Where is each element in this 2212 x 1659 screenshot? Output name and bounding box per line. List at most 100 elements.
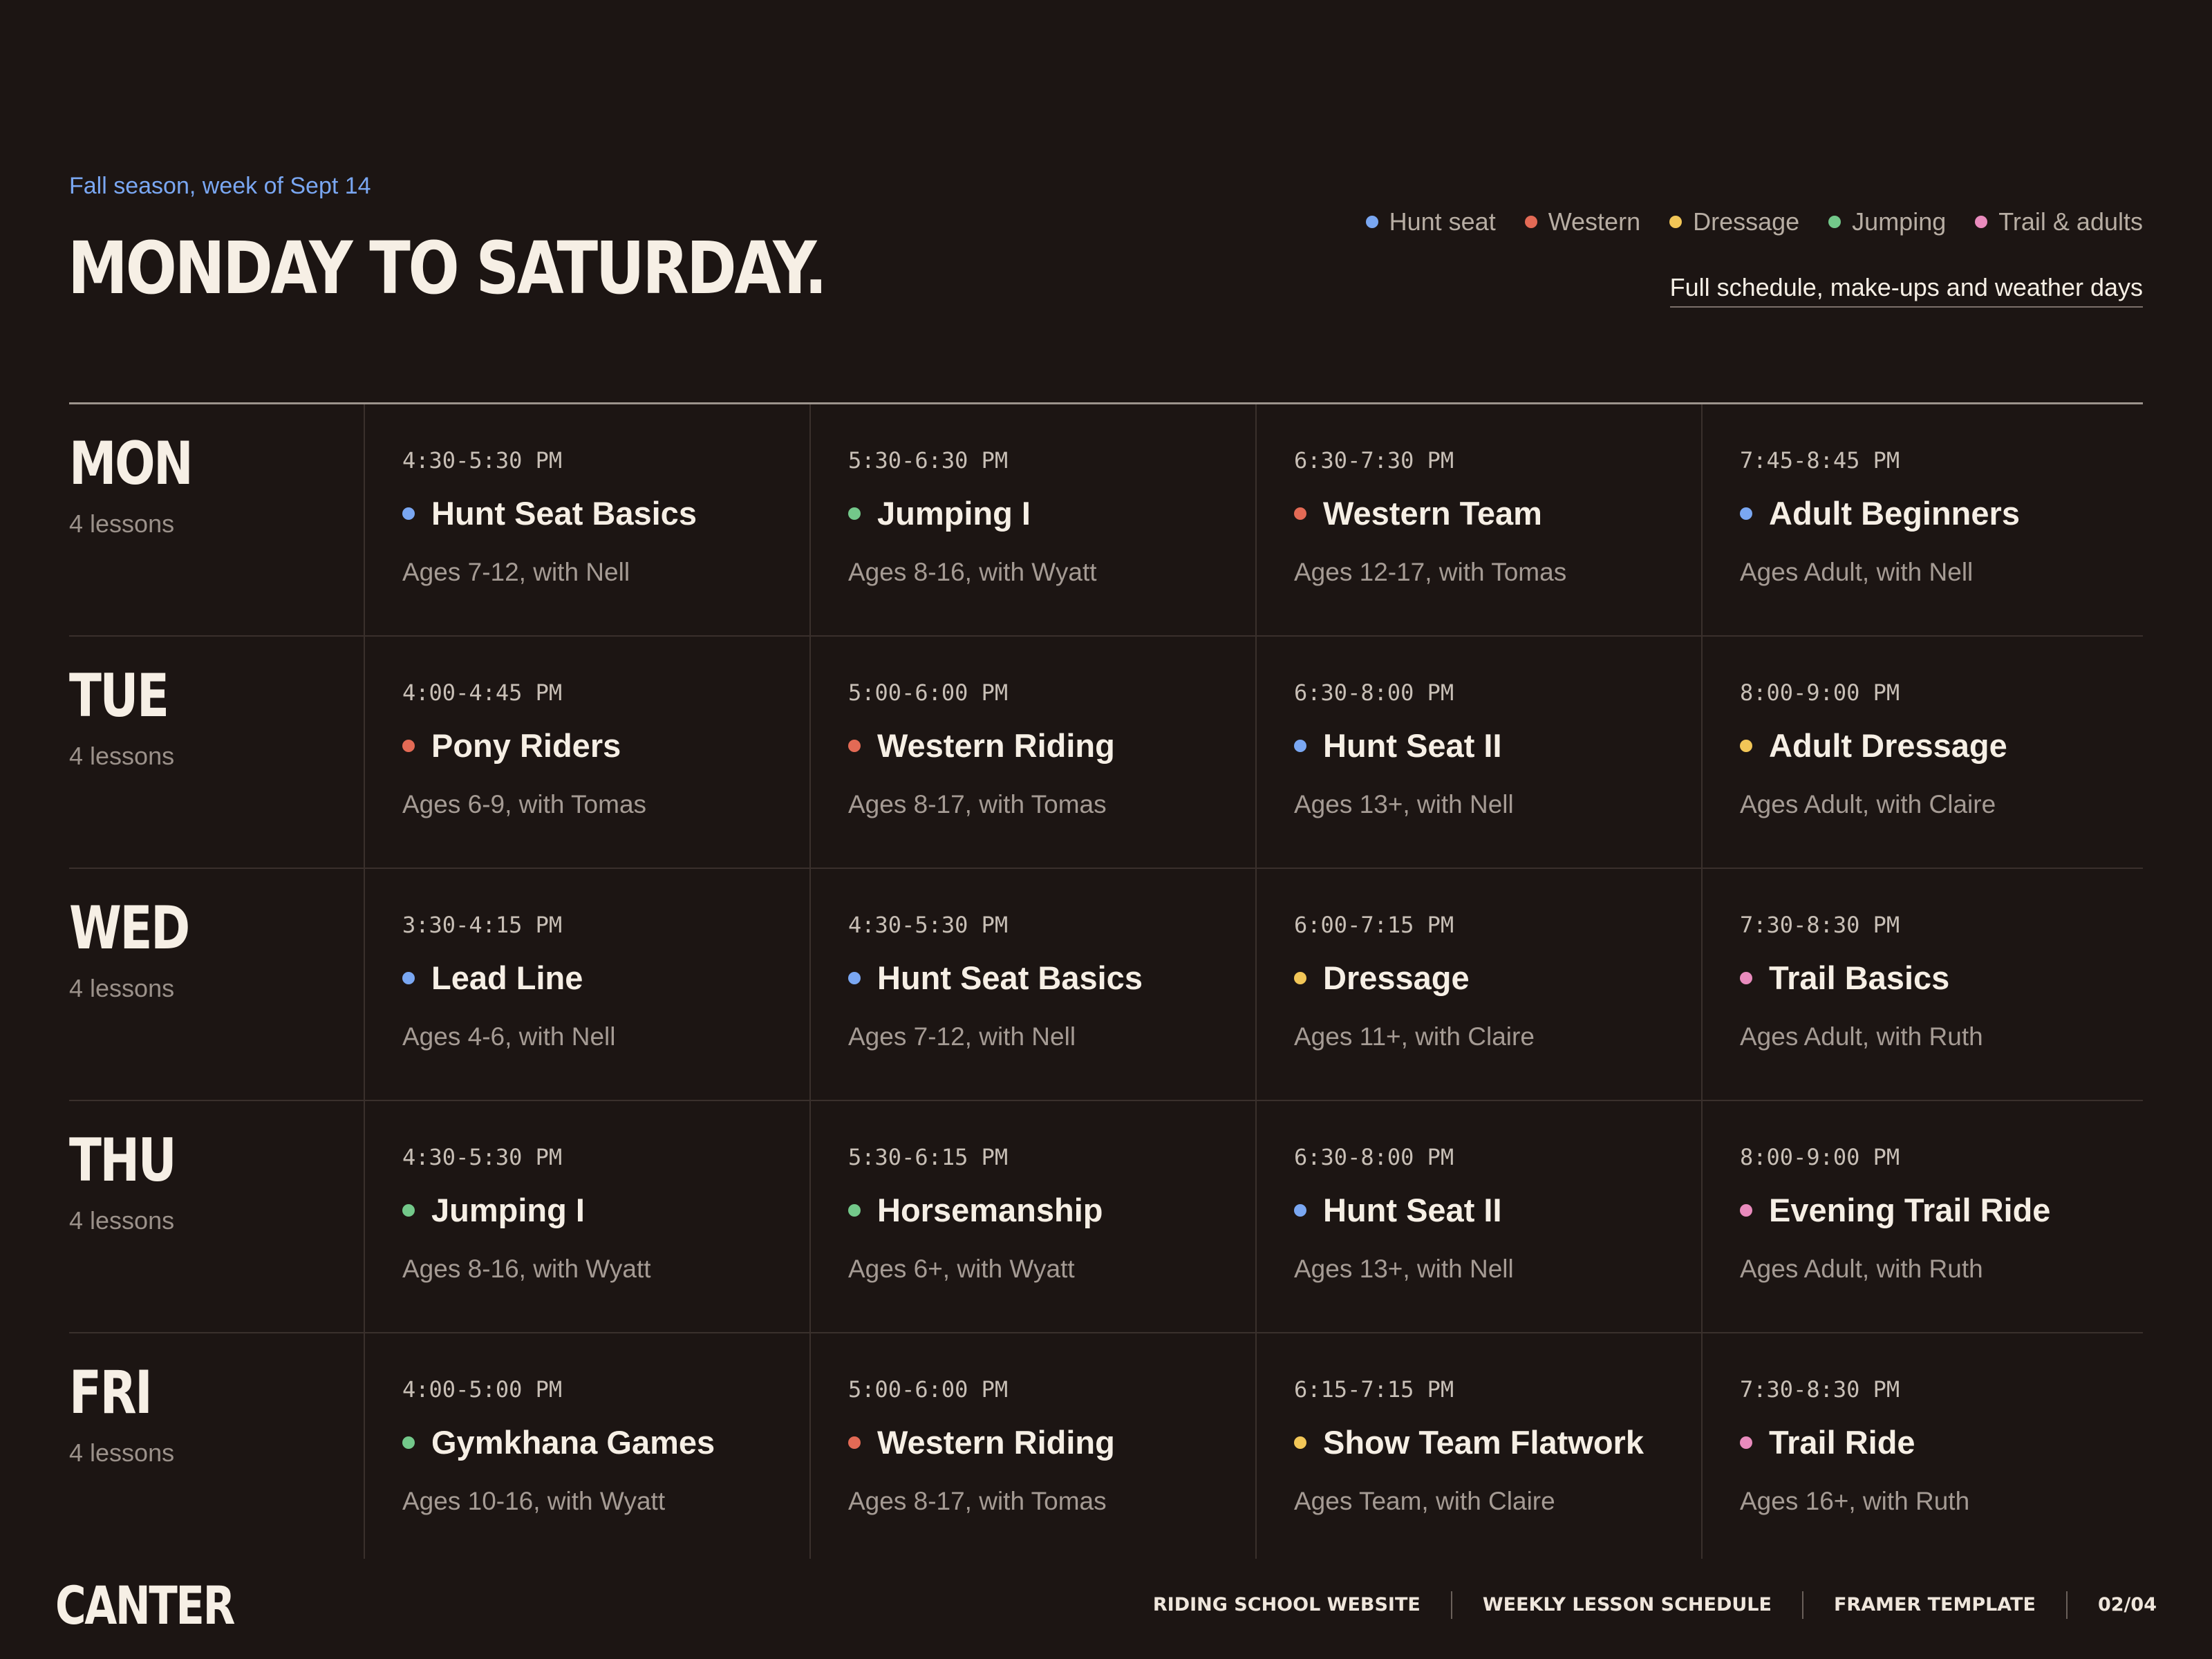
season-eyebrow: Fall season, week of Sept 14 <box>69 173 371 199</box>
lesson-time: 5:30-6:15 PM <box>848 1144 1009 1170</box>
footer-item-riding-school: RIDING SCHOOL WEBSITE <box>1152 1594 1421 1615</box>
page-number: 02/04 <box>2065 1591 2157 1619</box>
lesson-meta: Ages 6+, with Wyatt <box>848 1255 1075 1283</box>
lesson-name: Evening Trail Ride <box>1769 1192 2051 1228</box>
brand-logo[interactable]: CANTER <box>55 1575 235 1637</box>
lesson-name: Jumping I <box>431 1192 585 1228</box>
trail-adults-dot-icon <box>1975 216 1988 228</box>
lesson-name: Hunt Seat II <box>1323 1192 1502 1228</box>
lesson-time: 4:00-4:45 PM <box>402 679 563 706</box>
lesson-card[interactable]: 6:30-8:00 PM Hunt Seat II Ages 13+, with… <box>1257 1101 1703 1332</box>
lesson-name: Adult Dressage <box>1769 727 2007 764</box>
lesson-card[interactable]: 7:45-8:45 PM Adult Beginners Ages Adult,… <box>1703 404 2145 635</box>
lesson-time: 7:30-8:30 PM <box>1740 912 1900 938</box>
category-dot-icon <box>402 507 415 520</box>
lesson-card[interactable]: 4:30-5:30 PM Hunt Seat Basics Ages 7-12,… <box>811 869 1257 1100</box>
lesson-name: Lead Line <box>431 959 583 996</box>
lesson-card[interactable]: 6:30-8:00 PM Hunt Seat II Ages 13+, with… <box>1257 637 1703 868</box>
category-dot-icon <box>848 1436 861 1449</box>
lesson-card[interactable]: 7:30-8:30 PM Trail Basics Ages Adult, wi… <box>1703 869 2145 1100</box>
day-cell: THU 4 lessons <box>69 1101 365 1332</box>
lesson-card[interactable]: 4:00-5:00 PM Gymkhana Games Ages 10-16, … <box>365 1333 811 1559</box>
day-name: TUE <box>69 662 169 731</box>
lesson-meta: Ages Adult, with Nell <box>1740 558 1974 586</box>
lesson-count: 4 lessons <box>69 509 175 538</box>
lesson-name: Show Team Flatwork <box>1323 1424 1644 1461</box>
legend-item-jumping: Jumping <box>1828 207 1946 236</box>
lesson-count: 4 lessons <box>69 742 175 770</box>
legend-label: Jumping <box>1852 207 1947 236</box>
lesson-meta: Ages Team, with Claire <box>1294 1487 1555 1515</box>
day-name: FRI <box>69 1358 153 1427</box>
lesson-card[interactable]: 7:30-8:30 PM Trail Ride Ages 16+, with R… <box>1703 1333 2145 1559</box>
lesson-name: Trail Basics <box>1769 959 1950 996</box>
lesson-time: 6:30-8:00 PM <box>1294 1144 1454 1170</box>
lesson-name: Western Riding <box>877 727 1115 764</box>
day-row-thu: THU 4 lessons 4:30-5:30 PM Jumping I Age… <box>69 1101 2143 1333</box>
jumping-dot-icon <box>1828 216 1841 228</box>
legend-label: Western <box>1548 207 1641 236</box>
lesson-count: 4 lessons <box>69 1206 175 1235</box>
lesson-card[interactable]: 4:30-5:30 PM Hunt Seat Basics Ages 7-12,… <box>365 404 811 635</box>
legend-item-hunt-seat: Hunt seat <box>1365 207 1496 236</box>
legend: Hunt seat Western Dressage Jumping Trail… <box>1365 207 2143 236</box>
lesson-meta: Ages 10-16, with Wyatt <box>402 1487 666 1515</box>
lesson-card[interactable]: 6:30-7:30 PM Western Team Ages 12-17, wi… <box>1257 404 1703 635</box>
lesson-name: Western Team <box>1323 495 1542 532</box>
lesson-meta: Ages 8-16, with Wyatt <box>848 558 1097 586</box>
lesson-time: 4:30-5:30 PM <box>402 1144 563 1170</box>
lesson-name: Dressage <box>1323 959 1470 996</box>
day-row-wed: WED 4 lessons 3:30-4:15 PM Lead Line Age… <box>69 869 2143 1101</box>
lesson-card[interactable]: 3:30-4:15 PM Lead Line Ages 4-6, with Ne… <box>365 869 811 1100</box>
lesson-time: 3:30-4:15 PM <box>402 912 563 938</box>
day-row-fri: FRI 4 lessons 4:00-5:00 PM Gymkhana Game… <box>69 1333 2143 1559</box>
lesson-card[interactable]: 4:00-4:45 PM Pony Riders Ages 6-9, with … <box>365 637 811 868</box>
legend-label: Hunt seat <box>1389 207 1496 236</box>
lesson-card[interactable]: 8:00-9:00 PM Adult Dressage Ages Adult, … <box>1703 637 2145 868</box>
lesson-count: 4 lessons <box>69 974 175 1002</box>
category-dot-icon <box>1294 507 1306 520</box>
lesson-name: Gymkhana Games <box>431 1424 715 1461</box>
lesson-card[interactable]: 6:00-7:15 PM Dressage Ages 11+, with Cla… <box>1257 869 1703 1100</box>
lesson-card[interactable]: 5:00-6:00 PM Western Riding Ages 8-17, w… <box>811 637 1257 868</box>
category-dot-icon <box>1740 1436 1752 1449</box>
day-cell: FRI 4 lessons <box>69 1333 365 1559</box>
category-dot-icon <box>402 1203 415 1217</box>
category-dot-icon <box>402 971 415 984</box>
footer-nav: RIDING SCHOOL WEBSITE WEEKLY LESSON SCHE… <box>1153 1591 2157 1619</box>
legend-label: Trail & adults <box>1998 207 2143 236</box>
category-dot-icon <box>402 1436 415 1449</box>
lesson-time: 6:15-7:15 PM <box>1294 1376 1454 1403</box>
lesson-time: 6:30-8:00 PM <box>1294 679 1454 706</box>
lesson-time: 8:00-9:00 PM <box>1740 679 1900 706</box>
category-dot-icon <box>1294 739 1306 752</box>
hunt-seat-dot-icon <box>1365 216 1378 228</box>
lesson-time: 7:30-8:30 PM <box>1740 1376 1900 1403</box>
lesson-time: 7:45-8:45 PM <box>1740 447 1900 474</box>
lesson-time: 5:00-6:00 PM <box>848 679 1009 706</box>
lesson-card[interactable]: 6:15-7:15 PM Show Team Flatwork Ages Tea… <box>1257 1333 1703 1559</box>
lesson-meta: Ages 8-17, with Tomas <box>848 1487 1107 1515</box>
category-dot-icon <box>1294 1436 1306 1449</box>
day-name: MON <box>69 429 194 498</box>
lesson-card[interactable]: 4:30-5:30 PM Jumping I Ages 8-16, with W… <box>365 1101 811 1332</box>
lesson-name: Trail Ride <box>1769 1424 1915 1461</box>
lesson-time: 4:30-5:30 PM <box>848 912 1009 938</box>
page-title: MONDAY TO SATURDAY. <box>68 226 827 310</box>
lesson-name: Western Riding <box>877 1424 1115 1461</box>
lesson-time: 6:00-7:15 PM <box>1294 912 1454 938</box>
lesson-card[interactable]: 5:30-6:15 PM Horsemanship Ages 6+, with … <box>811 1101 1257 1332</box>
western-dot-icon <box>1524 216 1537 228</box>
lesson-meta: Ages 13+, with Nell <box>1294 1255 1514 1283</box>
lesson-card[interactable]: 8:00-9:00 PM Evening Trail Ride Ages Adu… <box>1703 1101 2145 1332</box>
lesson-count: 4 lessons <box>69 1438 175 1467</box>
lesson-name: Horsemanship <box>877 1192 1103 1228</box>
lesson-card[interactable]: 5:00-6:00 PM Western Riding Ages 8-17, w… <box>811 1333 1257 1559</box>
footer-item-framer-template: FRAMER TEMPLATE <box>1801 1591 2066 1619</box>
lesson-meta: Ages 8-17, with Tomas <box>848 790 1107 818</box>
day-row-tue: TUE 4 lessons 4:00-4:45 PM Pony Riders A… <box>69 637 2143 869</box>
full-schedule-link[interactable]: Full schedule, make-ups and weather days <box>1669 273 2143 308</box>
lesson-card[interactable]: 5:30-6:30 PM Jumping I Ages 8-16, with W… <box>811 404 1257 635</box>
lesson-name: Jumping I <box>877 495 1031 532</box>
legend-label: Dressage <box>1693 207 1800 236</box>
